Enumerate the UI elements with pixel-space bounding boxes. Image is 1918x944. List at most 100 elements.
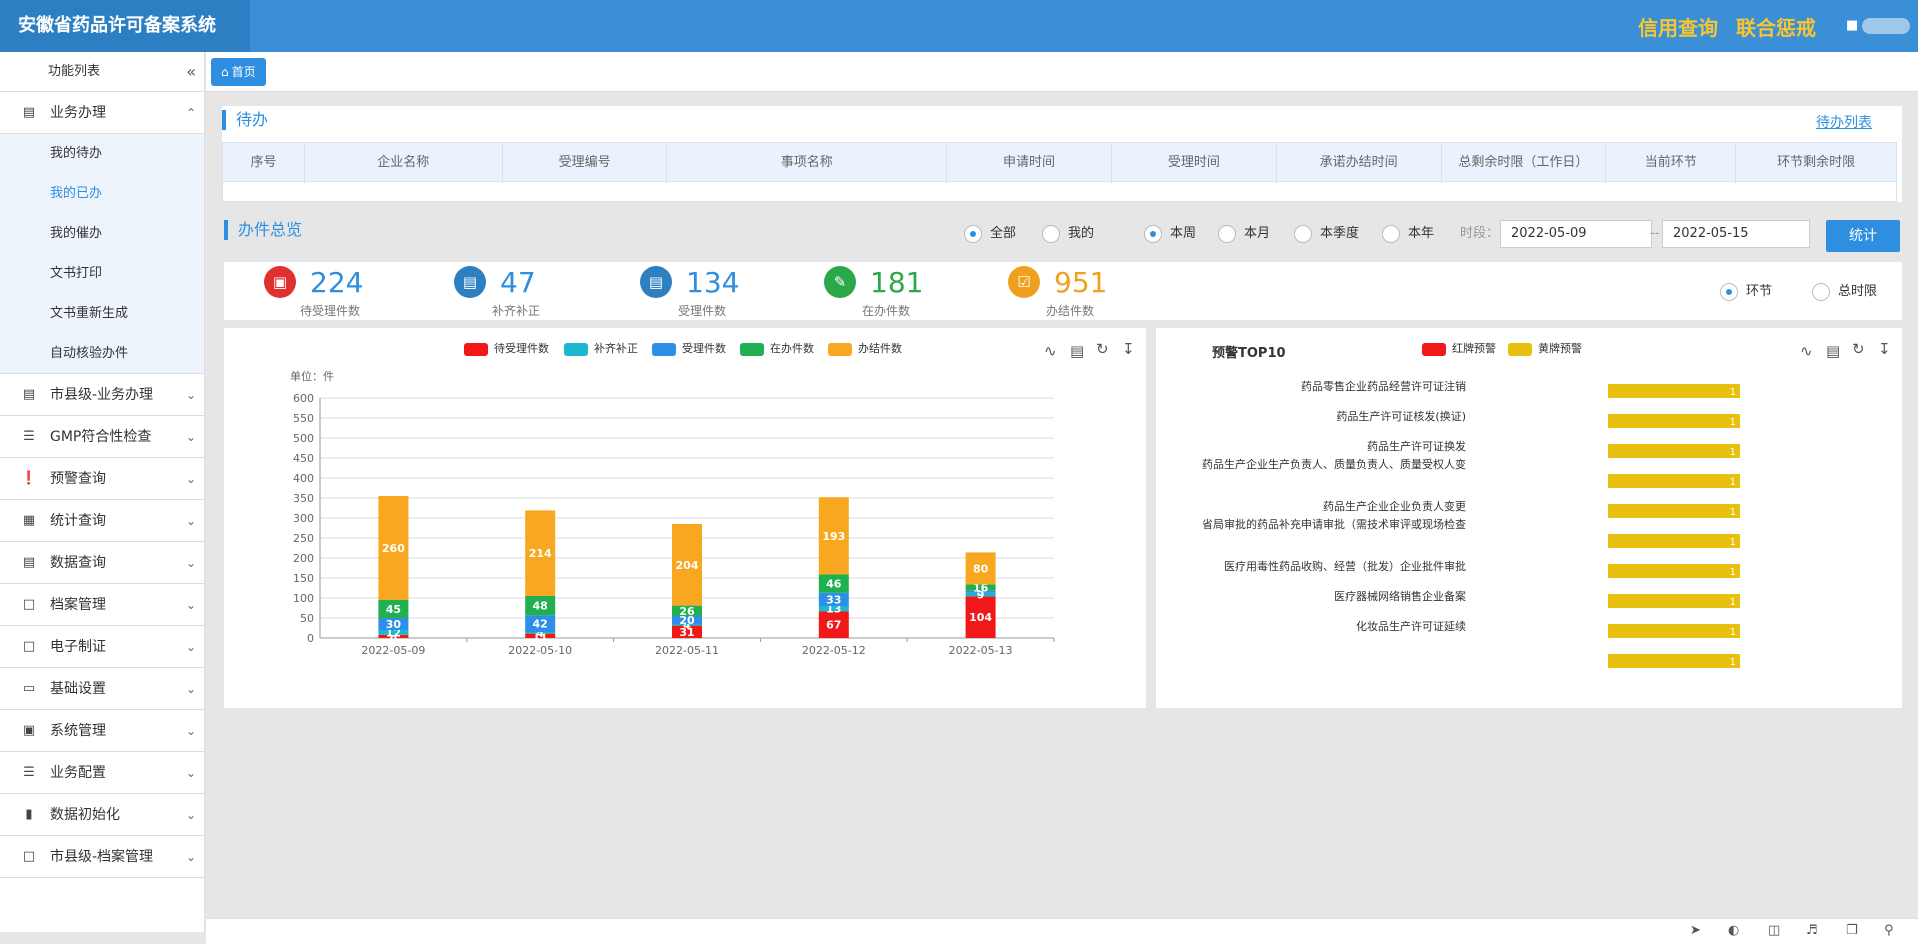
y-tick-label: 250	[293, 532, 314, 545]
radio-dot	[1720, 282, 1738, 301]
stat-label: 在办件数	[862, 304, 911, 318]
table-header-cell[interactable]: 事项名称	[667, 143, 948, 183]
sidebar-subitem-doc-regenerate[interactable]: 文书重新生成	[0, 294, 204, 334]
period-radio-month[interactable]: 本月	[1218, 224, 1270, 244]
sidebar-item-label: 预警查询	[50, 471, 106, 487]
app-title: 安徽省药品许可备案系统	[0, 0, 250, 52]
sidebar-item-county-business[interactable]: ▤ 市县级-业务办理 ⌄	[0, 374, 204, 416]
todo-list-link[interactable]: 待办列表	[1816, 112, 1872, 132]
sidebar-subitem-my-urge[interactable]: 我的催办	[0, 214, 204, 254]
sidebar-item-system[interactable]: ▣ 系统管理 ⌄	[0, 710, 204, 752]
warning-bar	[1608, 564, 1740, 578]
sidebar-subitem-my-todo[interactable]: 我的待办	[0, 134, 204, 174]
sidebar-item-base-settings[interactable]: ▭ 基础设置 ⌄	[0, 668, 204, 710]
stat-value: 181	[870, 266, 924, 299]
window-icon[interactable]: ❐	[1846, 923, 1858, 938]
table-header-cell[interactable]: 总剩余时限（工作日）	[1442, 143, 1607, 183]
radio-dot	[964, 224, 982, 243]
sidebar-item-statistics[interactable]: ▦ 统计查询 ⌄	[0, 500, 204, 542]
scope-radio-mine[interactable]: 我的	[1042, 224, 1094, 244]
sidebar-item-county-archive[interactable]: □ 市县级-档案管理 ⌄	[0, 836, 204, 878]
limit-radio-stage[interactable]: 环节	[1720, 282, 1772, 302]
bar-chart-icon: ▤	[22, 387, 36, 402]
tab-home[interactable]: ⌂ 首页	[211, 58, 266, 86]
document-icon: ▤	[454, 266, 486, 298]
double-left-chevron-icon[interactable]: «	[186, 52, 196, 92]
table-header-cell[interactable]: 承诺办结时间	[1277, 143, 1442, 183]
sidebar-item-data-init[interactable]: ▮ 数据初始化 ⌄	[0, 794, 204, 836]
data-label: 1	[1730, 447, 1736, 458]
username[interactable]	[1862, 18, 1910, 34]
sidebar-item-warning[interactable]: ❗ 预警查询 ⌄	[0, 458, 204, 500]
table-header-cell[interactable]: 受理时间	[1112, 143, 1277, 183]
pending-table-body	[222, 182, 1897, 202]
stat-value: 134	[686, 266, 740, 299]
scope-radio-all[interactable]: 全部	[964, 224, 1016, 244]
data-label: 26	[679, 605, 695, 618]
chevron-down-icon: ⌄	[185, 430, 196, 444]
edit-icon: ✎	[824, 266, 856, 298]
category-label: 药品生产许可证换发	[1367, 439, 1466, 453]
chevron-down-icon: ⌄	[185, 556, 196, 570]
stat-label: 受理件数	[678, 304, 727, 318]
data-label: 80	[973, 562, 989, 575]
sidebar-item-label: 数据初始化	[50, 807, 120, 823]
period-radio-year[interactable]: 本年	[1382, 224, 1434, 244]
table-header-cell[interactable]: 环节剩余时限	[1736, 143, 1896, 183]
y-tick-label: 550	[293, 412, 314, 425]
word-file-icon: □	[22, 849, 36, 864]
sidebar-subitem-doc-print[interactable]: 文书打印	[0, 254, 204, 294]
radio-dot	[1812, 282, 1830, 301]
radio-label: 本年	[1408, 226, 1435, 241]
alert-icon: ❗	[20, 471, 38, 486]
search-icon[interactable]: ⚲	[1884, 923, 1894, 938]
warning-bar	[1608, 474, 1740, 488]
overview-title: 办件总览	[224, 220, 302, 240]
data-label: 204	[676, 559, 699, 572]
sidebar-item-business[interactable]: ▤ 业务办理 ⌃	[0, 92, 204, 134]
rocket-icon[interactable]: ➤	[1690, 923, 1701, 938]
data-label: 1	[1730, 387, 1736, 398]
sidebar-item-archive[interactable]: □ 档案管理 ⌄	[0, 584, 204, 626]
joint-punishment-link[interactable]: 联合惩戒	[1736, 12, 1816, 41]
y-tick-label: 350	[293, 492, 314, 505]
stat-value: 47	[500, 266, 536, 299]
book-icon: ▮	[25, 807, 33, 822]
sidebar-subitem-my-done[interactable]: 我的已办	[0, 174, 204, 214]
user-icon[interactable]: ■	[1846, 18, 1858, 33]
speed-icon[interactable]: ◐	[1728, 923, 1739, 938]
sidebar-item-biz-config[interactable]: ☰ 业务配置 ⌄	[0, 752, 204, 794]
monitor-icon: ▭	[22, 681, 36, 696]
unit-label: 单位：件	[290, 369, 334, 383]
limit-radio-total[interactable]: 总时限	[1812, 282, 1877, 302]
sidebar-subitem-auto-verify[interactable]: 自动核验办件	[0, 334, 204, 374]
sidebar-item-e-cert[interactable]: □ 电子制证 ⌄	[0, 626, 204, 668]
radio-label: 全部	[990, 226, 1017, 241]
sidebar-item-label: GMP符合性检查	[50, 429, 152, 445]
period-radio-quarter[interactable]: 本季度	[1294, 224, 1359, 244]
radio-label: 总时限	[1838, 284, 1878, 299]
table-header-cell[interactable]: 当前环节	[1606, 143, 1737, 183]
sidebar-item-gmp[interactable]: ☰ GMP符合性检查 ⌄	[0, 416, 204, 458]
date-to-input[interactable]: 2022-05-15	[1662, 220, 1810, 248]
table-header-cell[interactable]: 受理编号	[503, 143, 668, 183]
sidebar-item-data-query[interactable]: ▤ 数据查询 ⌄	[0, 542, 204, 584]
data-label: 1	[1730, 507, 1736, 518]
chevron-down-icon: ⌄	[185, 598, 196, 612]
y-tick-label: 50	[300, 612, 314, 625]
date-from-input[interactable]: 2022-05-09	[1500, 220, 1652, 248]
table-header-cell[interactable]: 申请时间	[947, 143, 1112, 183]
trash-icon[interactable]: ◫	[1768, 923, 1780, 938]
list-icon: ☰	[23, 765, 35, 780]
credit-query-link[interactable]: 信用查询	[1638, 12, 1718, 41]
stacked-bar-chart-panel: 待受理件数 补齐补正 受理件数 在办件数 办结件数 ∿ ▤ ↻ ↧ 单位：件 0 50 100…	[224, 328, 1146, 708]
stat-button[interactable]: 统计	[1826, 220, 1900, 252]
table-header-cell[interactable]: 企业名称	[305, 143, 503, 183]
data-label: 1	[1730, 657, 1736, 668]
radio-label: 我的	[1068, 226, 1095, 241]
table-header-cell[interactable]: 序号	[223, 143, 305, 183]
volume-icon[interactable]: ♬	[1806, 923, 1818, 938]
y-tick-label: 200	[293, 552, 314, 565]
stat-value: 951	[1054, 266, 1108, 299]
period-radio-week[interactable]: 本周	[1144, 224, 1196, 244]
